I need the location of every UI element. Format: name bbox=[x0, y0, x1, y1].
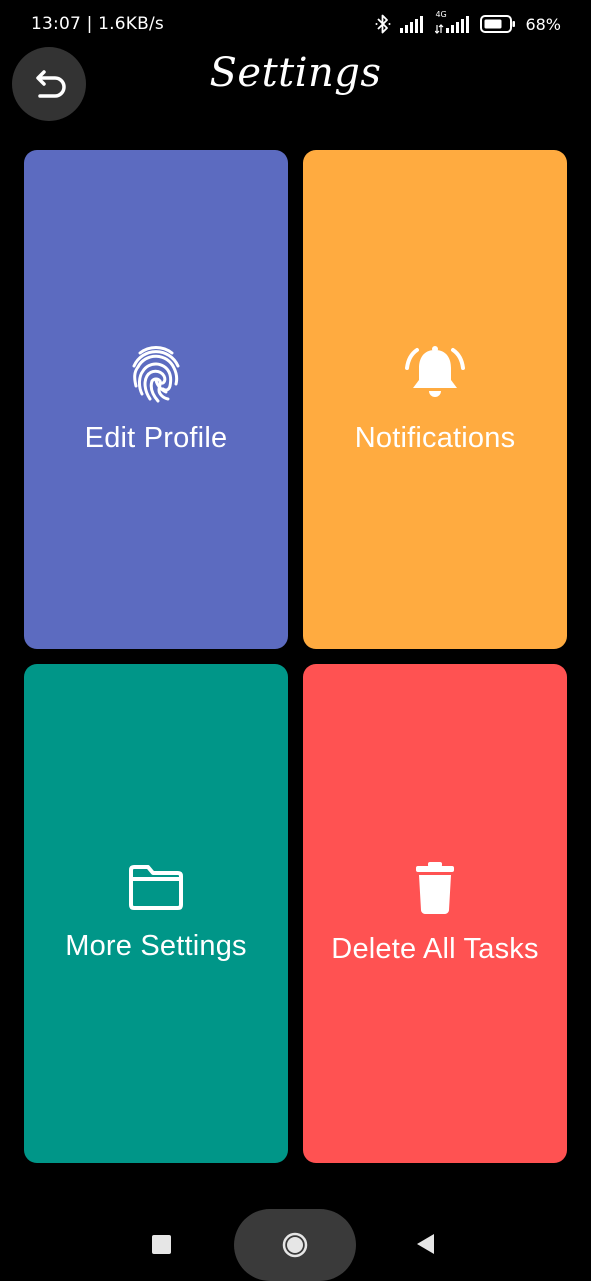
tile-label: More Settings bbox=[65, 930, 247, 962]
notifications-tile[interactable]: Notifications bbox=[303, 150, 567, 649]
tile-label: Notifications bbox=[354, 422, 516, 454]
fingerprint-icon bbox=[132, 346, 180, 403]
status-bar: 13:07 | 1.6KB/s 4G 68% bbox=[0, 0, 591, 52]
status-icons: 4G 68% bbox=[375, 10, 561, 35]
network-4g-signal: 4G bbox=[435, 10, 471, 34]
tile-label: Edit Profile bbox=[84, 422, 228, 454]
edit-profile-tile[interactable]: Edit Profile bbox=[24, 150, 288, 649]
delete-all-tasks-tile[interactable]: Delete All Tasks bbox=[303, 664, 567, 1163]
trash-icon bbox=[416, 862, 454, 914]
bluetooth-icon bbox=[375, 14, 391, 34]
battery-percent: 68% bbox=[525, 14, 561, 34]
status-time: 13:07 | 1.6KB/s bbox=[31, 14, 164, 34]
bell-ringing-icon bbox=[405, 346, 465, 397]
triangle-back-icon[interactable] bbox=[416, 1233, 436, 1255]
tile-label: Delete All Tasks bbox=[331, 933, 539, 965]
battery-icon bbox=[480, 15, 516, 33]
home-button[interactable] bbox=[234, 1209, 356, 1281]
page-title: Settings bbox=[209, 50, 382, 96]
folder-icon bbox=[129, 865, 183, 910]
signal-strength-icon bbox=[400, 16, 424, 33]
more-settings-tile[interactable]: More Settings bbox=[24, 664, 288, 1163]
circle-icon bbox=[282, 1232, 308, 1258]
recents-square-icon[interactable] bbox=[152, 1235, 171, 1254]
signal-strength-icon bbox=[435, 16, 470, 34]
navigation-bar bbox=[0, 1200, 591, 1281]
